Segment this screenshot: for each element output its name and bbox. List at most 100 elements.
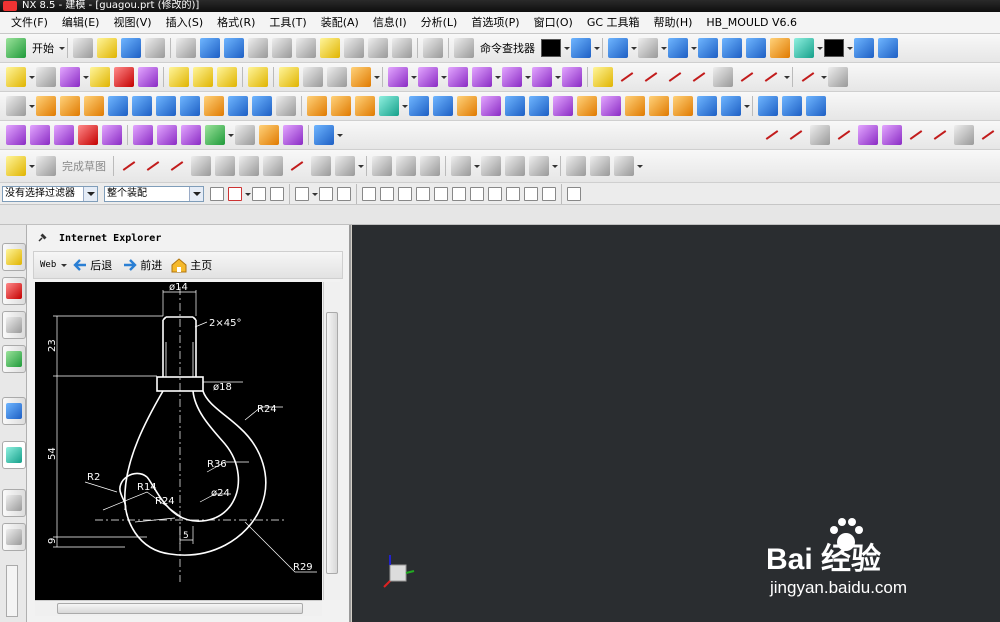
mirror-icon[interactable] <box>721 96 741 116</box>
grid-icon[interactable] <box>327 67 347 87</box>
sketch-line-icon[interactable] <box>143 156 163 176</box>
menu-gc-toolbox[interactable]: GC 工具箱 <box>580 13 647 33</box>
shaded-icon[interactable] <box>668 38 688 58</box>
show-constraints-icon[interactable] <box>505 156 525 176</box>
constraint-navigator-tab[interactable] <box>2 277 26 305</box>
reference-icon[interactable] <box>314 125 334 145</box>
snap-midpoint-icon[interactable] <box>398 186 412 201</box>
hidden-edge-icon[interactable] <box>722 38 742 58</box>
text-icon[interactable] <box>810 125 830 145</box>
face-blend-icon[interactable] <box>283 125 303 145</box>
finish-sketch-icon[interactable] <box>36 156 56 176</box>
explode-icon[interactable] <box>169 67 189 87</box>
spline-icon[interactable] <box>665 67 685 87</box>
dropdown[interactable] <box>401 96 408 116</box>
dropdown[interactable] <box>28 96 35 116</box>
fillet-curve-icon[interactable] <box>689 67 709 87</box>
thicken-icon[interactable] <box>625 96 645 116</box>
law-icon[interactable] <box>205 125 225 145</box>
slot-icon[interactable] <box>307 96 327 116</box>
reflection-icon[interactable] <box>448 67 468 87</box>
layer-settings-icon[interactable] <box>567 186 581 201</box>
horizontal-scroll-thumb[interactable] <box>57 603 303 614</box>
undo-icon[interactable] <box>176 38 196 58</box>
quick-extend-icon[interactable] <box>396 156 416 176</box>
curve-edit-icon[interactable] <box>798 67 818 87</box>
snap-quadrant-icon[interactable] <box>488 186 502 201</box>
dropdown[interactable] <box>473 156 480 176</box>
back-arrow-icon[interactable] <box>72 258 88 272</box>
dropdown[interactable] <box>783 67 790 87</box>
extend-surface-icon[interactable] <box>157 125 177 145</box>
fit-view-icon[interactable] <box>608 38 628 58</box>
slope-icon[interactable] <box>472 67 492 87</box>
shell-icon[interactable] <box>481 96 501 116</box>
profile-icon[interactable] <box>786 125 806 145</box>
pattern-icon[interactable] <box>248 67 268 87</box>
part-navigator-tab[interactable] <box>2 311 26 339</box>
sketch-rectangle-icon[interactable] <box>263 156 283 176</box>
dropdown[interactable] <box>244 184 251 204</box>
chamfer-icon[interactable] <box>433 96 453 116</box>
offset-surface-icon[interactable] <box>181 125 201 145</box>
make-corner-icon[interactable] <box>420 156 440 176</box>
dropdown[interactable] <box>551 156 558 176</box>
trim-body-icon[interactable] <box>505 96 525 116</box>
horizontal-scrollbar[interactable] <box>35 600 322 616</box>
datum-plane-icon[interactable] <box>351 67 371 87</box>
sketch-task-icon[interactable] <box>6 156 26 176</box>
orient-icon[interactable] <box>854 38 874 58</box>
cylinder-icon[interactable] <box>132 96 152 116</box>
menu-assembly[interactable]: 装配(A) <box>314 13 366 33</box>
reset-filter-icon[interactable] <box>252 186 266 201</box>
offset-curve-icon[interactable] <box>737 67 757 87</box>
forward-arrow-icon[interactable] <box>122 258 138 272</box>
fit-dropdown[interactable] <box>630 38 637 58</box>
line-icon[interactable] <box>617 67 637 87</box>
vertical-scroll-thumb[interactable] <box>326 312 338 574</box>
home-icon[interactable] <box>170 257 188 273</box>
rectangle-select-icon[interactable] <box>295 186 309 201</box>
copy-display-icon[interactable] <box>224 38 244 58</box>
dropdown[interactable] <box>373 67 380 87</box>
text-curve-icon[interactable] <box>713 67 733 87</box>
layout-icon[interactable] <box>571 38 591 58</box>
animate-dimension-icon[interactable] <box>590 156 610 176</box>
sketch-spline-icon[interactable] <box>287 156 307 176</box>
dropdown[interactable] <box>336 125 343 145</box>
polygon-icon[interactable] <box>834 125 854 145</box>
studio-surface-icon[interactable] <box>102 125 122 145</box>
system-materials-tab[interactable] <box>2 523 26 551</box>
dropdown[interactable] <box>28 67 35 87</box>
hole-icon[interactable] <box>204 96 224 116</box>
web-menu[interactable]: Web <box>40 260 56 270</box>
menu-preferences[interactable]: 首选项(P) <box>464 13 526 33</box>
background-swatch[interactable] <box>824 39 844 57</box>
back-button[interactable]: 后退 <box>90 257 112 273</box>
dimension-icon[interactable] <box>451 156 471 176</box>
through-curves-icon[interactable] <box>782 96 802 116</box>
start-dropdown[interactable] <box>58 38 65 58</box>
n-sided-icon[interactable] <box>54 125 74 145</box>
bend-icon[interactable] <box>978 125 998 145</box>
resource-scroll[interactable] <box>6 565 18 617</box>
ruled-icon[interactable] <box>6 125 26 145</box>
redo-icon[interactable] <box>423 38 443 58</box>
datum-icon[interactable] <box>36 67 56 87</box>
layout-dropdown[interactable] <box>593 38 600 58</box>
view-dropdown[interactable] <box>660 38 667 58</box>
polygon-sketch-icon[interactable] <box>335 156 355 176</box>
arc-icon[interactable] <box>641 67 661 87</box>
copy-icon[interactable] <box>368 38 388 58</box>
hd3d-tools-tab[interactable] <box>2 397 26 425</box>
clip-dropdown[interactable] <box>816 38 823 58</box>
circle-icon[interactable] <box>191 156 211 176</box>
bridge-curve-icon[interactable] <box>761 67 781 87</box>
color-dropdown[interactable] <box>563 38 570 58</box>
start-icon[interactable] <box>6 38 26 58</box>
join-icon[interactable] <box>954 125 974 145</box>
help-icon[interactable] <box>320 38 340 58</box>
intersect-icon[interactable] <box>906 125 926 145</box>
hook-icon[interactable] <box>279 67 299 87</box>
snap-enable-icon[interactable] <box>362 186 376 201</box>
